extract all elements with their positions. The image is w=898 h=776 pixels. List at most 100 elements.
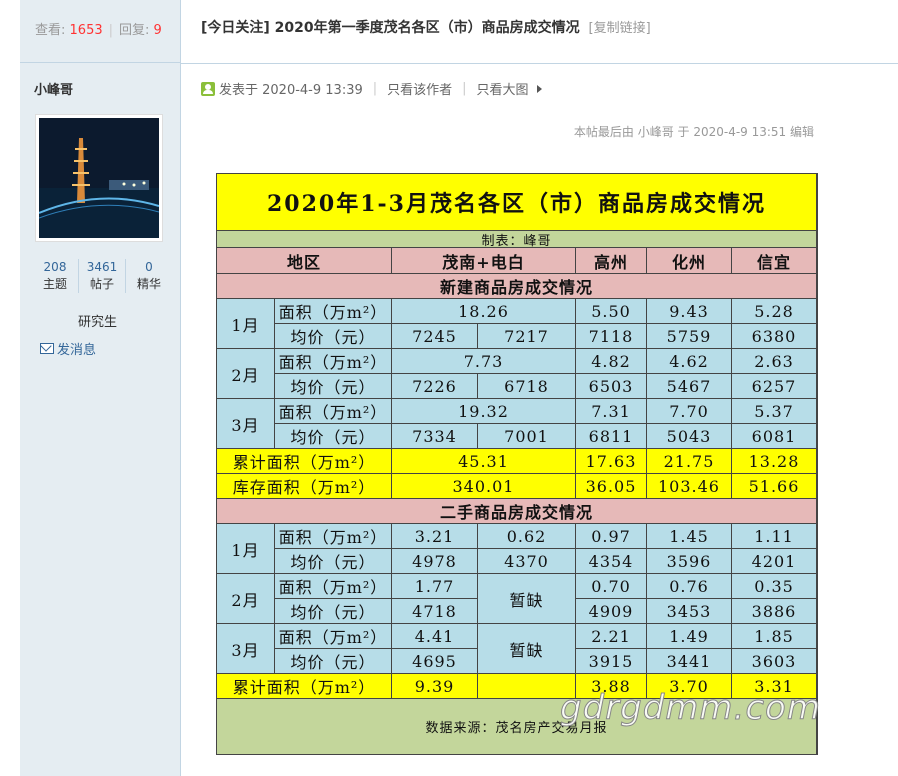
price-label: 均价（元） xyxy=(275,324,392,349)
month-label: 2月 xyxy=(217,574,275,624)
table-cell: 4201 xyxy=(732,549,817,574)
table-cell: 6257 xyxy=(732,374,817,399)
table-cell: 4718 xyxy=(392,599,478,624)
table-cell: 5.37 xyxy=(732,399,817,424)
thread-stats: 查看: 1653 | 回复: 9 xyxy=(20,0,180,63)
play-arrow-icon[interactable] xyxy=(536,84,542,93)
thread-title-text: [今日关注] 2020年第一季度茂名各区（市）商品房成交情况 xyxy=(201,20,580,36)
section-new: 新建商品房成交情况 xyxy=(217,274,817,299)
count-posts[interactable]: 3461 帖子 xyxy=(78,259,125,293)
area-label: 面积（万m²） xyxy=(275,574,392,599)
table-cell: 7001 xyxy=(478,424,576,449)
author-sidebar: 查看: 1653 | 回复: 9 小峰哥 208 主题 3461 帖子 0 精华 研究生 … xyxy=(20,0,181,776)
table-cell: 4.82 xyxy=(576,349,647,374)
table-cell: 7334 xyxy=(392,424,478,449)
table-cell: 5043 xyxy=(647,424,732,449)
table-cell: 51.66 xyxy=(732,474,817,499)
table-cell: 0.76 xyxy=(647,574,732,599)
table-cell: 0.70 xyxy=(576,574,647,599)
table-cell: 0.35 xyxy=(732,574,817,599)
table-cell: 4695 xyxy=(392,649,478,674)
table-cell: 4.62 xyxy=(647,349,732,374)
table-cell: 4.41 xyxy=(392,624,478,649)
count-digest[interactable]: 0 精华 xyxy=(125,259,172,293)
month-label: 1月 xyxy=(217,524,275,574)
table-cell: 5467 xyxy=(647,374,732,399)
author-name[interactable]: 小峰哥 xyxy=(34,79,73,98)
watermark: gdrgdmm.com xyxy=(560,688,821,729)
table-cell: 340.01 xyxy=(392,474,576,499)
table-cell: 5.50 xyxy=(576,299,647,324)
table-cell: 19.32 xyxy=(392,399,576,424)
last-edit-note: 本帖最后由 小峰哥 于 2020-4-9 13:51 编辑 xyxy=(573,125,814,139)
table-cell: 4354 xyxy=(576,549,647,574)
table-title: 2020年1-3月茂名各区（市）商品房成交情况 xyxy=(217,174,817,231)
header-huazhou: 化州 xyxy=(647,248,732,274)
header-region: 地区 xyxy=(217,248,392,274)
send-message-link[interactable]: 发消息 xyxy=(40,339,96,358)
table-cell: 3453 xyxy=(647,599,732,624)
table-cell: 7118 xyxy=(576,324,647,349)
table-cell: 17.63 xyxy=(576,449,647,474)
big-image-link[interactable]: 只看大图 xyxy=(477,79,529,98)
table-cell: 103.46 xyxy=(647,474,732,499)
cumulative-label: 累计面积（万m²） xyxy=(217,674,392,699)
envelope-icon xyxy=(40,343,54,354)
copy-link-button[interactable]: [复制链接] xyxy=(589,21,651,36)
table-cell: 6718 xyxy=(478,374,576,399)
table-cell: 3603 xyxy=(732,649,817,674)
table-cell: 1.77 xyxy=(392,574,478,599)
table-cell: 13.28 xyxy=(732,449,817,474)
cumulative-label: 累计面积（万m²） xyxy=(217,449,392,474)
post-time: 发表于 2020-4-9 13:39 xyxy=(219,83,363,98)
month-label: 2月 xyxy=(217,349,275,399)
send-message-label: 发消息 xyxy=(57,343,97,358)
views-count: 1653 xyxy=(69,23,103,38)
table-cell: 7.70 xyxy=(647,399,732,424)
area-label: 面积（万m²） xyxy=(275,524,392,549)
header-gaozhou: 高州 xyxy=(576,248,647,274)
stock-label: 库存面积（万m²） xyxy=(217,474,392,499)
replies-label: 回复: xyxy=(119,23,150,38)
table-maker: 制表：峰哥 xyxy=(217,231,817,249)
table-cell: 45.31 xyxy=(392,449,576,474)
replies-count: 9 xyxy=(153,23,162,38)
area-label: 面积（万m²） xyxy=(275,624,392,649)
table-cell: 1.45 xyxy=(647,524,732,549)
table-cell: 1.85 xyxy=(732,624,817,649)
count-threads[interactable]: 208 主题 xyxy=(32,259,78,293)
table-cell: 6081 xyxy=(732,424,817,449)
section-used: 二手商品房成交情况 xyxy=(217,499,817,524)
table-cell: 3441 xyxy=(647,649,732,674)
avatar[interactable] xyxy=(35,114,163,242)
sales-table-image: 2020年1-3月茂名各区（市）商品房成交情况 制表：峰哥 地区 茂南+电白 高… xyxy=(216,173,818,755)
table-cell: 1.49 xyxy=(647,624,732,649)
user-icon xyxy=(201,81,215,96)
table-cell: 3886 xyxy=(732,599,817,624)
table-cell: 4370 xyxy=(478,549,576,574)
table-cell: 5759 xyxy=(647,324,732,349)
table-cell: 1.11 xyxy=(732,524,817,549)
header-maonan: 茂南+电白 xyxy=(392,248,576,274)
price-label: 均价（元） xyxy=(275,549,392,574)
table-cell: 3596 xyxy=(647,549,732,574)
table-cell: 3915 xyxy=(576,649,647,674)
table-cell: 9.43 xyxy=(647,299,732,324)
post-info: 发表于 2020-4-9 13:39 | 只看该作者 | 只看大图 xyxy=(201,79,542,98)
avatar-image[interactable] xyxy=(39,118,159,238)
table-cell: 18.26 xyxy=(392,299,576,324)
table-cell: 7.73 xyxy=(392,349,576,374)
table-cell: 6380 xyxy=(732,324,817,349)
table-cell: 6811 xyxy=(576,424,647,449)
header-xinyi: 信宜 xyxy=(732,248,817,274)
missing-cell: 暂缺 xyxy=(478,624,576,674)
table-cell: 6503 xyxy=(576,374,647,399)
views-label: 查看: xyxy=(35,23,66,38)
only-author-link[interactable]: 只看该作者 xyxy=(387,79,452,98)
area-label: 面积（万m²） xyxy=(275,349,392,374)
missing-cell: 暂缺 xyxy=(478,574,576,624)
area-label: 面积（万m²） xyxy=(275,399,392,424)
table-cell: 36.05 xyxy=(576,474,647,499)
month-label: 3月 xyxy=(217,399,275,449)
thread-title: [今日关注] 2020年第一季度茂名各区（市）商品房成交情况 [复制链接] xyxy=(201,17,651,37)
